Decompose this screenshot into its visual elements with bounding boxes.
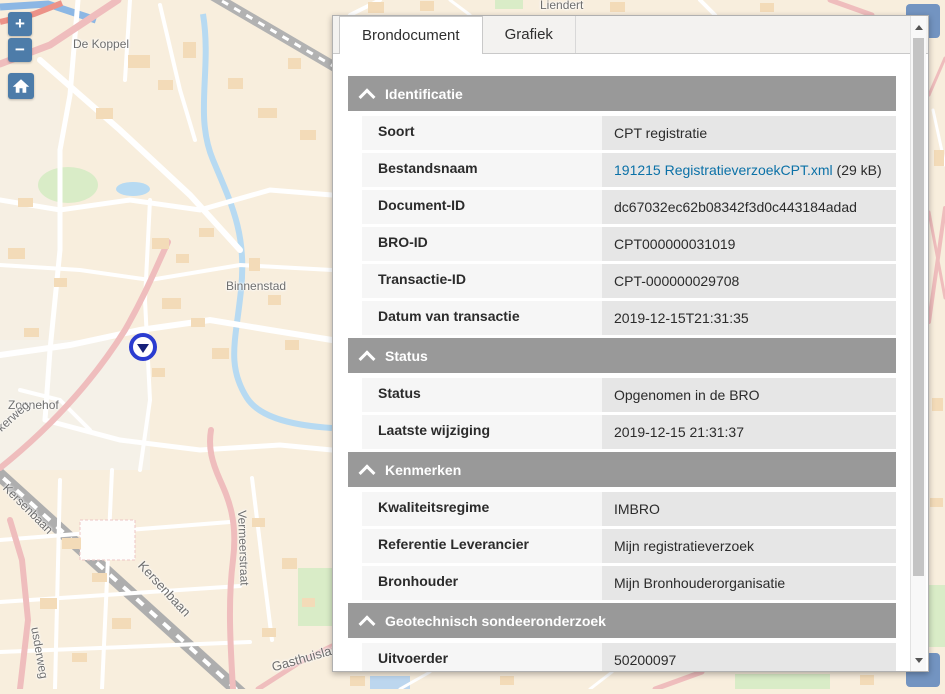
row-label: Kwaliteitsregime (362, 492, 602, 526)
section-header[interactable]: Kenmerken (348, 452, 896, 487)
row-value: Mijn Bronhouderorganisatie (602, 566, 896, 600)
table-row: Bestandsnaam191215 RegistratieverzoekCPT… (362, 153, 896, 187)
row-label: Bestandsnaam (362, 153, 602, 187)
section-title: Geotechnisch sondeeronderzoek (385, 613, 606, 629)
tab-brondocument-label: Brondocument (362, 27, 460, 44)
row-value: 2019-12-15T21:31:35 (602, 301, 896, 335)
file-size-text: (29 kB) (833, 162, 882, 178)
tab-grafiek-label: Grafiek (505, 26, 553, 43)
table-row: Transactie-IDCPT-000000029708 (362, 264, 896, 298)
cpt-location-marker[interactable] (129, 333, 157, 361)
tab-brondocument[interactable]: Brondocument (339, 16, 483, 54)
row-value: CPT000000031019 (602, 227, 896, 261)
section-header[interactable]: Geotechnisch sondeeronderzoek (348, 603, 896, 638)
table-row: Referentie LeverancierMijn registratieve… (362, 529, 896, 563)
scroll-down-icon (915, 658, 923, 663)
section: Kenmerken KwaliteitsregimeIMBROReferentie… (348, 452, 896, 600)
tab-bar: Brondocument Grafiek (333, 16, 928, 54)
table-row: SoortCPT registratie (362, 116, 896, 150)
section-header[interactable]: Identificatie (348, 76, 896, 111)
row-value: IMBRO (602, 492, 896, 526)
panel-sections: Identificatie SoortCPT registratieBestand… (348, 76, 908, 671)
section: Identificatie SoortCPT registratieBestand… (348, 76, 896, 335)
row-value: 50200097 (602, 643, 896, 671)
section-title: Identificatie (385, 86, 463, 102)
table-row: Uitvoerder50200097 (362, 643, 896, 671)
table-row: Document-IDdc67032ec62b08342f3d0c443184a… (362, 190, 896, 224)
row-label: Datum van transactie (362, 301, 602, 335)
chevron-up-icon (359, 615, 376, 632)
detail-panel: Brondocument Grafiek IdentificatieSoortC… (332, 15, 929, 672)
section-title: Kenmerken (385, 462, 461, 478)
scrollbar-down-button[interactable] (911, 652, 926, 668)
table-row: BRO-IDCPT000000031019 (362, 227, 896, 261)
row-label: BRO-ID (362, 227, 602, 261)
file-download-link[interactable]: 191215 RegistratieverzoekCPT.xml (614, 162, 833, 178)
marker-triangle-icon (137, 344, 149, 353)
row-label: Laatste wijziging (362, 415, 602, 449)
panel-scrollbar[interactable] (910, 16, 926, 671)
row-label: Document-ID (362, 190, 602, 224)
row-value: Mijn registratieverzoek (602, 529, 896, 563)
table-row: KwaliteitsregimeIMBRO (362, 492, 896, 526)
chevron-up-icon (359, 88, 376, 105)
row-value: 2019-12-15 21:31:37 (602, 415, 896, 449)
chevron-up-icon (359, 350, 376, 367)
row-label: Transactie-ID (362, 264, 602, 298)
table-row: StatusOpgenomen in de BRO (362, 378, 896, 412)
table-row: Datum van transactie2019-12-15T21:31:35 (362, 301, 896, 335)
section: Geotechnisch sondeeronderzoek Uitvoerder5… (348, 603, 896, 671)
table-row: BronhouderMijn Bronhouderorganisatie (362, 566, 896, 600)
zoom-out-button[interactable]: − (8, 38, 32, 62)
minus-icon: − (15, 40, 25, 60)
scrollbar-thumb[interactable] (913, 38, 924, 576)
panel-content: Identificatie SoortCPT registratieBestand… (333, 54, 908, 671)
row-label: Referentie Leverancier (362, 529, 602, 563)
section-title: Status (385, 348, 428, 364)
row-value: Opgenomen in de BRO (602, 378, 896, 412)
row-label: Status (362, 378, 602, 412)
scrollbar-up-button[interactable] (911, 19, 926, 35)
row-value: CPT-000000029708 (602, 264, 896, 298)
row-value: dc67032ec62b08342f3d0c443184adad (602, 190, 896, 224)
plus-icon: + (15, 14, 25, 34)
table-row: Laatste wijziging2019-12-15 21:31:37 (362, 415, 896, 449)
chevron-up-icon (359, 464, 376, 481)
row-label: Soort (362, 116, 602, 150)
zoom-in-button[interactable]: + (8, 12, 32, 36)
row-label: Uitvoerder (362, 643, 602, 671)
scroll-up-icon (915, 25, 923, 30)
tab-grafiek[interactable]: Grafiek (483, 16, 576, 53)
section-header[interactable]: Status (348, 338, 896, 373)
row-label: Bronhouder (362, 566, 602, 600)
home-button[interactable] (8, 73, 34, 99)
row-value: 191215 RegistratieverzoekCPT.xml (29 kB) (602, 153, 896, 187)
home-icon (12, 77, 30, 95)
section: StatusStatusOpgenomen in de BROLaatste w… (348, 338, 896, 449)
row-value: CPT registratie (602, 116, 896, 150)
